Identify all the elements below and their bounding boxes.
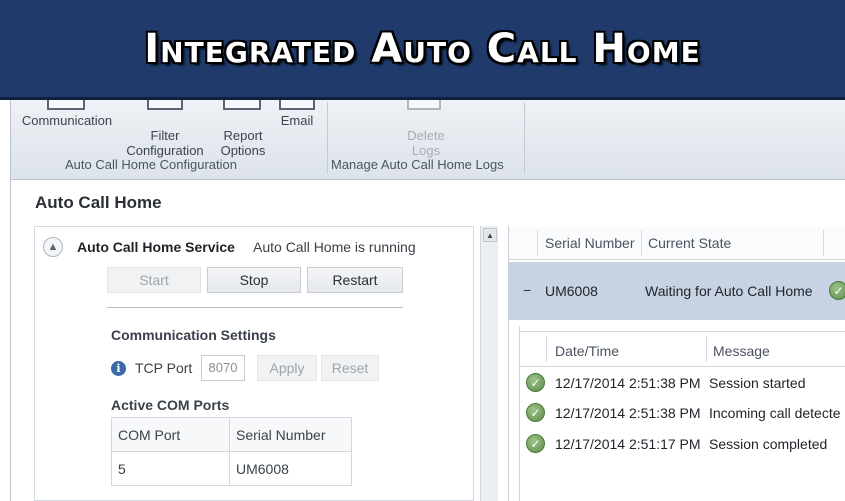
column-header[interactable]: Date/Time [555,343,619,359]
log-datetime: 12/17/2014 2:51:38 PM [555,405,701,421]
apply-button[interactable]: Apply [257,355,317,381]
log-row[interactable]: ✓ 12/17/2014 2:51:17 PM Session complete… [520,429,845,459]
service-status: Auto Call Home is running [253,239,416,255]
service-name: Auto Call Home Service [77,239,235,255]
devices-grid: Serial Number Current State − UM6008 Wai… [508,226,845,501]
filter-icon [147,100,183,110]
log-row[interactable]: ✓ 12/17/2014 2:51:38 PM Incoming call de… [520,398,845,428]
column-header[interactable]: Message [713,343,770,359]
report-options-button[interactable]: Report Options [211,113,275,158]
devices-header: Serial Number Current State [509,226,845,260]
ribbon-separator-2 [524,102,525,174]
success-icon: ✓ [526,373,545,392]
column-header[interactable]: Serial Number [545,235,634,251]
start-button[interactable]: Start [107,267,201,293]
collapse-icon[interactable]: ▲ [43,237,63,257]
column-separator [823,230,824,256]
email-button[interactable]: Email [275,113,319,128]
ribbon-toolbar: Communication Filter Configuration Repor… [10,100,845,180]
column-separator [537,230,538,256]
device-row[interactable]: − UM6008 Waiting for Auto Call Home ✓ [509,262,845,320]
status-ok-icon: ✓ [829,281,845,300]
column-header[interactable]: COM Port [111,417,230,452]
log-row[interactable]: ✓ 12/17/2014 2:51:38 PM Session started [520,368,845,398]
delete-logs-label: Delete Logs [407,128,445,158]
banner-title: Integrated Auto Call Home [144,25,701,72]
window-left-border [10,180,11,501]
vertical-scrollbar[interactable]: ▲ [480,226,498,501]
ribbon-separator [327,102,328,174]
communication-icon [47,100,85,110]
log-header: Date/Time Message [520,331,845,367]
collapse-row-icon[interactable]: − [523,282,531,298]
page-title: Auto Call Home [35,193,162,212]
logs-group-label: Manage Auto Call Home Logs [331,157,504,172]
device-serial: UM6008 [545,283,598,299]
column-header[interactable]: Serial Number [229,417,352,452]
log-message: Session started [709,375,806,391]
filter-configuration-label: Filter Configuration [126,128,204,158]
column-separator [706,336,707,362]
table-row[interactable]: 5 UM6008 [111,451,352,486]
banner: Integrated Auto Call Home [0,0,845,100]
table-header-row: COM Port Serial Number [111,417,352,452]
restart-button[interactable]: Restart [307,267,403,293]
email-label: Email [280,113,314,128]
communication-button[interactable]: Communication [15,113,119,128]
delete-logs-icon [407,100,441,110]
log-message: Incoming call detecte [709,405,841,421]
stop-button[interactable]: Stop [207,267,301,293]
device-state: Waiting for Auto Call Home [645,283,813,299]
report-icon [223,100,261,110]
column-separator [641,230,642,256]
scroll-up-icon[interactable]: ▲ [483,228,497,242]
tcp-port-label: TCP Port [135,360,193,376]
success-icon: ✓ [526,434,545,453]
email-icon [279,100,315,110]
success-icon: ✓ [526,403,545,422]
log-datetime: 12/17/2014 2:51:17 PM [555,436,701,452]
filter-configuration-button[interactable]: Filter Configuration [117,113,213,158]
reset-button[interactable]: Reset [321,355,379,381]
config-group-label: Auto Call Home Configuration [65,157,237,172]
communication-label: Communication [21,113,113,128]
table-cell: 5 [111,451,230,486]
log-message: Session completed [709,436,828,452]
tcp-port-input[interactable]: 8070 [201,355,245,381]
log-grid: Date/Time Message ✓ 12/17/2014 2:51:38 P… [519,326,845,501]
info-icon: i [111,361,126,376]
delete-logs-button[interactable]: Delete Logs [391,113,461,158]
column-header[interactable]: Current State [648,235,731,251]
log-datetime: 12/17/2014 2:51:38 PM [555,375,701,391]
com-ports-table: COM Port Serial Number 5 UM6008 [111,417,352,486]
active-com-ports-title: Active COM Ports [111,397,230,413]
communication-settings-title: Communication Settings [111,327,276,343]
service-panel: ▲ Auto Call Home Service Auto Call Home … [34,226,474,501]
service-divider [107,307,403,308]
table-cell: UM6008 [229,451,352,486]
column-separator [546,336,547,362]
report-options-label: Report Options [220,128,266,158]
